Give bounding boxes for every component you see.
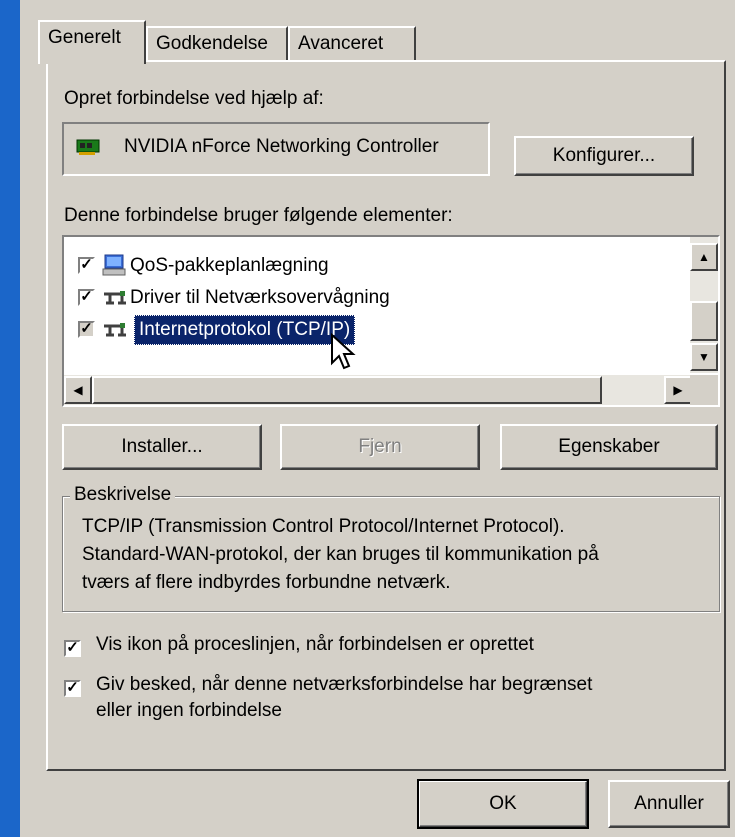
horizontal-scroll-thumb[interactable] bbox=[92, 376, 602, 404]
list-item-label-selected: Internetprotokol (TCP/IP) bbox=[134, 315, 356, 345]
horizontal-scrollbar[interactable]: ◀ ▶ bbox=[64, 375, 692, 405]
scrollbar-corner bbox=[690, 375, 718, 405]
show-icon-label: Vis ikon på proceslinjen, når forbindels… bbox=[96, 634, 534, 655]
show-icon-checkbox[interactable]: ✓ bbox=[64, 640, 81, 657]
adapter-name: NVIDIA nForce Networking Controller bbox=[124, 136, 439, 157]
notify-label-line-1: Giv besked, når denne netværksforbindels… bbox=[96, 674, 593, 695]
configure-button[interactable]: Konfigurer... bbox=[514, 136, 694, 176]
connection-properties-dialog: Generelt Godkendelse Avanceret Opret for… bbox=[20, 0, 735, 837]
vertical-scrollbar[interactable]: ▲ ▼ bbox=[690, 237, 718, 373]
mouse-pointer-icon bbox=[330, 332, 356, 377]
network-card-icon bbox=[76, 138, 102, 162]
remove-button[interactable]: Fjern bbox=[280, 424, 480, 470]
component-checkbox[interactable]: ✓ bbox=[78, 321, 95, 338]
description-line-2: Standard-WAN-protokol, der kan bruges ti… bbox=[82, 544, 599, 565]
tab-advanced[interactable]: Avanceret bbox=[288, 26, 416, 60]
install-button[interactable]: Installer... bbox=[62, 424, 262, 470]
connect-using-label: Opret forbindelse ved hjælp af: bbox=[64, 88, 324, 109]
list-item-label: QoS-pakkeplanlægning bbox=[130, 255, 329, 276]
scroll-down-button[interactable]: ▼ bbox=[690, 343, 718, 371]
tab-general[interactable]: Generelt bbox=[38, 20, 146, 64]
component-checkbox[interactable]: ✓ bbox=[78, 289, 95, 306]
scroll-up-button[interactable]: ▲ bbox=[690, 243, 718, 271]
scroll-right-button[interactable]: ▶ bbox=[664, 376, 692, 404]
tab-authentication[interactable]: Godkendelse bbox=[146, 26, 288, 60]
cancel-button[interactable]: Annuller bbox=[608, 780, 730, 828]
description-line-3: tværs af flere indbyrdes forbundne netvæ… bbox=[82, 572, 451, 593]
network-protocol-icon bbox=[102, 289, 128, 313]
description-line-1: TCP/IP (Transmission Control Protocol/In… bbox=[82, 516, 565, 537]
list-item-tcpip[interactable]: ✓ Internetprotokol (TCP/IP) bbox=[78, 315, 478, 345]
description-title: Beskrivelse bbox=[70, 484, 176, 506]
network-protocol-icon bbox=[102, 321, 128, 345]
list-item-label: Driver til Netværksovervågning bbox=[130, 287, 390, 308]
components-list[interactable]: ✓ QoS-pakkeplanlægning ✓ Driver til Netv… bbox=[62, 235, 720, 407]
ok-button[interactable]: OK bbox=[417, 779, 589, 829]
adapter-field: NVIDIA nForce Networking Controller bbox=[62, 122, 490, 176]
list-item-qos[interactable]: ✓ QoS-pakkeplanlægning bbox=[78, 253, 478, 281]
scroll-left-button[interactable]: ◀ bbox=[64, 376, 92, 404]
component-checkbox[interactable]: ✓ bbox=[78, 257, 95, 274]
list-item-netmon-driver[interactable]: ✓ Driver til Netværksovervågning bbox=[78, 285, 478, 313]
notify-checkbox[interactable]: ✓ bbox=[64, 680, 81, 697]
notify-label-line-2: eller ingen forbindelse bbox=[96, 700, 282, 721]
scroll-thumb[interactable] bbox=[690, 301, 718, 341]
scheduler-icon bbox=[102, 253, 128, 283]
properties-button[interactable]: Egenskaber bbox=[500, 424, 718, 470]
components-label: Denne forbindelse bruger følgende elemen… bbox=[64, 205, 453, 226]
